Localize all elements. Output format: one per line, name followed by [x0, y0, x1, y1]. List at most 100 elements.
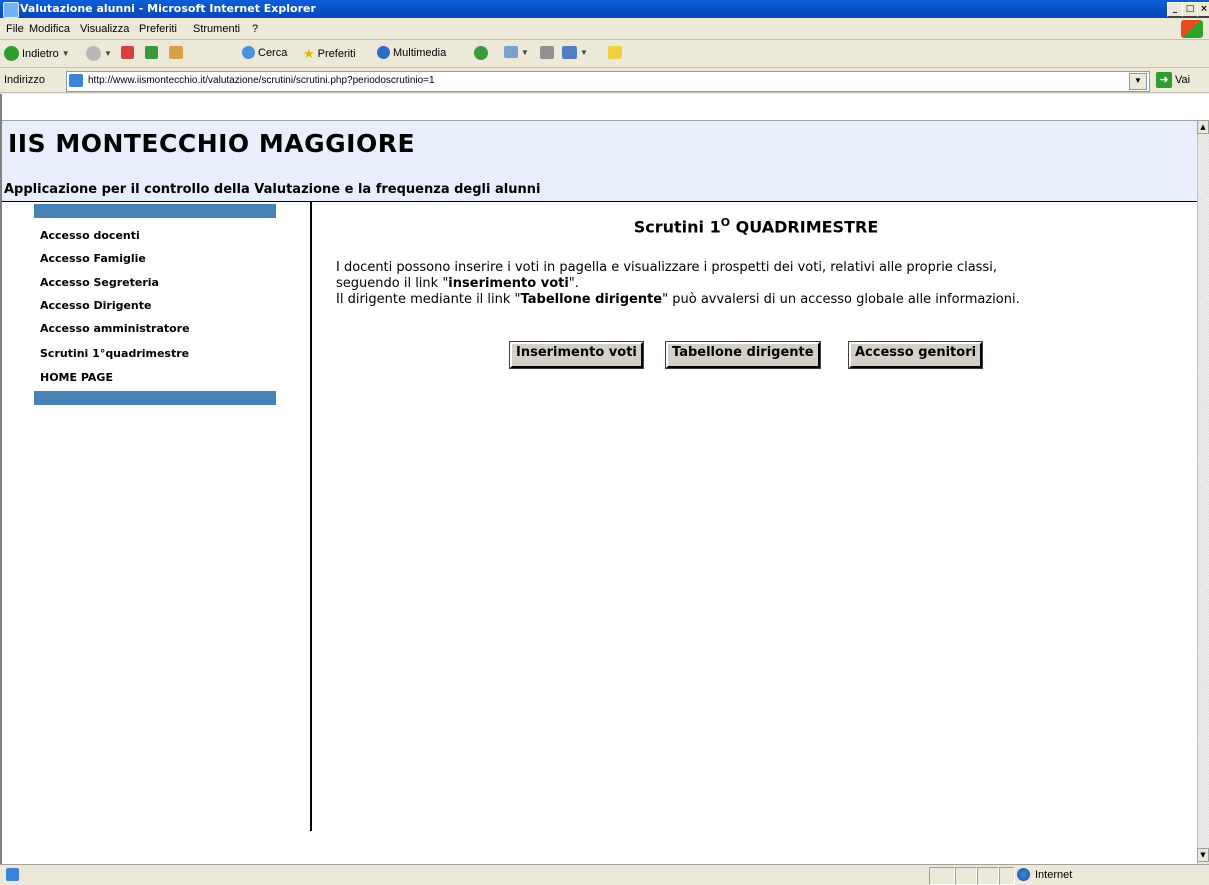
search-icon — [242, 46, 255, 59]
messenger-icon — [608, 46, 622, 59]
history-button[interactable] — [474, 46, 488, 60]
status-panel — [955, 867, 977, 885]
media-button[interactable]: Multimedia — [377, 46, 446, 59]
page-title: Scrutini 1O QUADRIMESTRE — [314, 216, 1198, 236]
sidebar-item-accesso-segreteria[interactable]: Accesso Segreteria — [40, 276, 159, 289]
address-url: http://www.iismontecchio.it/valutazione/… — [88, 75, 435, 86]
close-button[interactable]: × — [1197, 2, 1209, 17]
intro-line-2-pre: seguendo il link " — [336, 276, 449, 291]
sidebar-item-accesso-docenti[interactable]: Accesso docenti — [40, 229, 140, 242]
menu-help[interactable]: ? — [252, 23, 258, 35]
mail-icon — [504, 46, 518, 58]
refresh-button[interactable] — [145, 46, 158, 59]
page-content: IIS MONTECCHIO MAGGIORE Applicazione per… — [0, 94, 1209, 864]
favorites-label: Preferiti — [317, 48, 356, 60]
security-zone-label: Internet — [1035, 868, 1073, 881]
go-arrow-icon: ➜ — [1156, 72, 1172, 88]
main-content: Scrutini 1O QUADRIMESTRE I docenti posso… — [314, 201, 1198, 831]
sidebar-top-bar — [34, 204, 276, 218]
scroll-down-icon[interactable]: ▼ — [1197, 848, 1209, 862]
page-icon — [69, 74, 83, 87]
status-panel — [977, 867, 999, 885]
search-button[interactable]: Cerca — [242, 46, 287, 59]
go-label: Vai — [1175, 74, 1191, 86]
vertical-scrollbar[interactable] — [1197, 120, 1209, 864]
menu-file[interactable]: File — [6, 23, 24, 35]
edit-icon — [562, 46, 577, 59]
page-title-suffix: QUADRIMESTRE — [730, 217, 879, 237]
sidebar-item-scrutini[interactable]: Scrutini 1°quadrimestre — [40, 347, 189, 360]
refresh-icon — [145, 46, 158, 59]
history-icon — [474, 46, 488, 60]
intro-line-2: seguendo il link "inserimento voti". — [336, 276, 579, 291]
media-icon — [377, 46, 390, 59]
maximize-button[interactable]: □ — [1182, 2, 1198, 17]
status-bar: Internet — [0, 864, 1209, 885]
forward-button[interactable]: ▼ — [86, 46, 112, 61]
messenger-button[interactable] — [608, 46, 622, 59]
address-label: Indirizzo — [4, 74, 45, 86]
window-title: Valutazione alunni - Microsoft Internet … — [20, 2, 316, 15]
search-label: Cerca — [258, 46, 288, 59]
globe-icon — [1017, 868, 1030, 881]
window-title-bar: Valutazione alunni - Microsoft Internet … — [0, 0, 1209, 18]
stop-button[interactable] — [121, 46, 134, 59]
menu-visualizza[interactable]: Visualizza — [80, 23, 129, 35]
chevron-down-icon: ▼ — [580, 48, 588, 57]
sidebar-item-home-page[interactable]: HOME PAGE — [40, 371, 113, 384]
page-title-prefix: Scrutini 1 — [633, 217, 721, 237]
chevron-down-icon: ▼ — [521, 47, 529, 57]
go-button[interactable]: ➜ Vai — [1156, 72, 1190, 88]
back-button[interactable]: Indietro ▼ — [4, 46, 70, 61]
print-icon — [540, 46, 554, 59]
favorites-button[interactable]: ★ Preferiti — [303, 46, 356, 62]
intro-line-3-pre: Il dirigente mediante il link " — [336, 292, 521, 307]
back-label: Indietro — [22, 47, 59, 60]
stop-icon — [121, 46, 134, 59]
intro-line-3-post: " può avvalersi di un accesso globale al… — [662, 292, 1020, 307]
back-arrow-icon — [4, 46, 19, 61]
site-subtitle: Applicazione per il controllo della Valu… — [4, 182, 541, 197]
menu-strumenti[interactable]: Strumenti — [193, 23, 240, 35]
site-header: IIS MONTECCHIO MAGGIORE Applicazione per… — [2, 120, 1198, 202]
page-status-icon — [6, 868, 19, 881]
security-zone: Internet — [1017, 868, 1072, 881]
sidebar-item-accesso-dirigente[interactable]: Accesso Dirigente — [40, 299, 151, 312]
status-panel — [999, 867, 1015, 885]
menu-bar: File Modifica Visualizza Preferiti Strum… — [0, 18, 1209, 40]
chevron-down-icon: ▼ — [61, 49, 70, 58]
intro-line-1: I docenti possono inserire i voti in pag… — [336, 260, 997, 275]
menu-preferiti[interactable]: Preferiti — [139, 23, 177, 35]
edit-button[interactable]: ▼ — [562, 46, 588, 59]
status-panel — [929, 867, 955, 885]
tabellone-dirigente-button[interactable]: Tabellone dirigente — [665, 341, 821, 369]
accesso-genitori-button[interactable]: Accesso genitori — [847, 341, 984, 369]
windows-logo-icon — [1181, 20, 1203, 38]
print-button[interactable] — [540, 46, 554, 59]
intro-line-2-post: ". — [568, 276, 579, 291]
home-button[interactable] — [169, 46, 183, 59]
sidebar: Accesso docenti Accesso Famiglie Accesso… — [2, 201, 312, 831]
star-icon: ★ — [303, 46, 315, 61]
tabellone-dirigente-emphasis: Tabellone dirigente — [520, 292, 663, 307]
address-dropdown-icon[interactable]: ▼ — [1129, 73, 1147, 90]
forward-arrow-icon — [86, 46, 101, 61]
toolbar: Indietro ▼ ▼ Cerca ★ Preferiti Multimedi… — [0, 41, 1209, 68]
menu-modifica[interactable]: Modifica — [29, 23, 70, 35]
site-title: IIS MONTECCHIO MAGGIORE — [8, 129, 416, 158]
mail-button[interactable]: ▼ — [504, 46, 529, 58]
internet-explorer-icon — [3, 2, 19, 18]
page-title-superscript: O — [720, 216, 731, 229]
minimize-button[interactable]: _ — [1167, 2, 1183, 17]
inserimento-voti-button[interactable]: Inserimento voti — [509, 341, 644, 369]
media-label: Multimedia — [393, 46, 447, 59]
address-bar: Indirizzo http://www.iismontecchio.it/va… — [0, 69, 1209, 93]
sidebar-item-accesso-amministratore[interactable]: Accesso amministratore — [40, 322, 190, 335]
address-input[interactable]: http://www.iismontecchio.it/valutazione/… — [66, 71, 1150, 92]
inserimento-voti-emphasis: inserimento voti — [448, 276, 569, 291]
sidebar-bottom-bar — [34, 391, 276, 405]
scroll-up-icon[interactable]: ▲ — [1197, 120, 1209, 134]
home-icon — [169, 46, 183, 59]
sidebar-item-accesso-famiglie[interactable]: Accesso Famiglie — [40, 252, 146, 265]
intro-line-3: Il dirigente mediante il link "Tabellone… — [336, 292, 1020, 307]
